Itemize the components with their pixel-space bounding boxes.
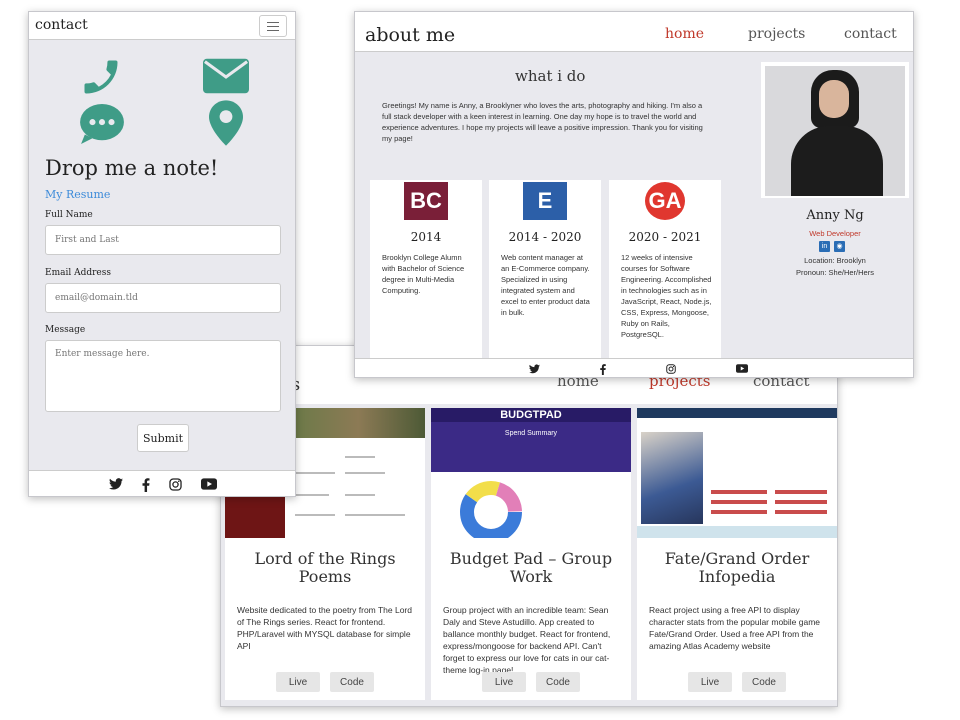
profile-pronoun: Pronoun: She/Her/Hers [796,268,874,277]
youtube-icon[interactable] [201,478,217,490]
profile-name: Anny Ng [806,208,864,223]
project-title: Budget Pad – Group Work [449,549,613,586]
github-icon[interactable]: ◉ [834,241,845,252]
email-label: Email Address [45,268,111,278]
submit-button[interactable]: Submit [137,424,189,452]
intro-paragraph: Greetings! My name is Anny, a Brooklyner… [382,101,703,143]
project-title: Lord of the Rings Poems [254,549,396,586]
hamburger-menu-button[interactable] [259,15,287,37]
contact-title: Drop me a note! [45,156,219,180]
youtube-icon[interactable] [736,364,748,373]
live-button[interactable]: Live [276,672,320,692]
budget-thumb-subheader: Spend Summary [504,430,558,437]
card-year: 2014 - 2020 [508,230,582,244]
chat-icon[interactable] [79,104,125,144]
projects-window: s home projects contact Lord of the Ring… [220,345,838,707]
contact-footer [29,470,295,496]
full-name-input[interactable] [45,225,281,255]
code-button[interactable]: Code [742,672,786,692]
instagram-icon[interactable] [169,478,182,491]
project-description: Group project with an incredible team: S… [443,605,611,675]
about-navbar: about me home projects contact [355,12,913,52]
profile-role: Web Developer [809,229,861,238]
profile-social-links: in ◉ [819,241,845,252]
budget-donut-graphic [460,481,522,538]
phone-icon[interactable] [79,55,123,99]
contact-navbar: contact [29,12,295,40]
ecommerce-logo: E [523,182,567,220]
email-input[interactable] [45,283,281,313]
card-text: Brooklyn College Alumn with Bachelor of … [382,253,465,295]
contact-brand[interactable]: contact [35,17,88,33]
nav-projects-link[interactable]: projects [748,26,805,42]
project-cards: Lord of the Rings Poems Website dedicate… [225,408,837,702]
facebook-icon[interactable] [600,364,606,375]
email-icon[interactable] [203,58,249,94]
profile-photo [761,62,909,198]
code-button[interactable]: Code [536,672,580,692]
full-name-label: Full Name [45,210,93,220]
experience-card-general-assembly: GA 2020 - 2021 12 weeks of intensive cou… [609,180,721,358]
general-assembly-logo: GA [645,182,685,220]
brooklyn-college-logo: BC [404,182,448,220]
card-text: Web content manager at an E-Commerce com… [501,253,590,317]
card-year: 2020 - 2021 [628,230,702,244]
project-card-fgo: Fate/Grand Order Infopedia React project… [637,408,837,700]
code-button[interactable]: Code [330,672,374,692]
contact-window: contact Drop me a note! My Resume Full N… [28,11,296,497]
card-year: 2014 [410,230,442,244]
twitter-icon[interactable] [109,478,123,490]
linkedin-icon[interactable]: in [819,241,830,252]
nav-home-link[interactable]: home [665,26,704,42]
about-window: about me home projects contact what i do… [354,11,914,378]
budget-thumb-header: BUDGTPAD [431,408,631,422]
nav-contact-link[interactable]: contact [844,26,897,42]
project-title: Fate/Grand Order Infopedia [664,549,810,586]
project-card-budget-pad: BUDGTPAD Spend Summary Budget Pad – Grou… [431,408,631,700]
card-text: 12 weeks of intensive courses for Softwa… [621,253,712,339]
location-pin-icon[interactable] [209,100,243,146]
experience-card-ecommerce: E 2014 - 2020 Web content manager at an … [489,180,601,358]
fgo-screenshot [637,408,837,538]
about-footer [355,358,913,377]
experience-card-brooklyn-college: BC 2014 Brooklyn College Alumn with Bach… [370,180,482,358]
facebook-icon[interactable] [142,478,150,492]
live-button[interactable]: Live [688,672,732,692]
instagram-icon[interactable] [666,364,676,374]
twitter-icon[interactable] [529,364,540,374]
section-heading: what i do [515,67,586,85]
project-description: Website dedicated to the poetry from The… [237,605,412,651]
message-textarea[interactable] [45,340,281,412]
message-label: Message [45,325,86,335]
project-description: React project using a free API to displa… [649,605,821,651]
budget-pad-screenshot: BUDGTPAD Spend Summary [431,408,631,538]
about-brand[interactable]: about me [365,24,455,46]
resume-link[interactable]: My Resume [45,188,110,201]
live-button[interactable]: Live [482,672,526,692]
profile-location: Location: Brooklyn [804,256,866,265]
